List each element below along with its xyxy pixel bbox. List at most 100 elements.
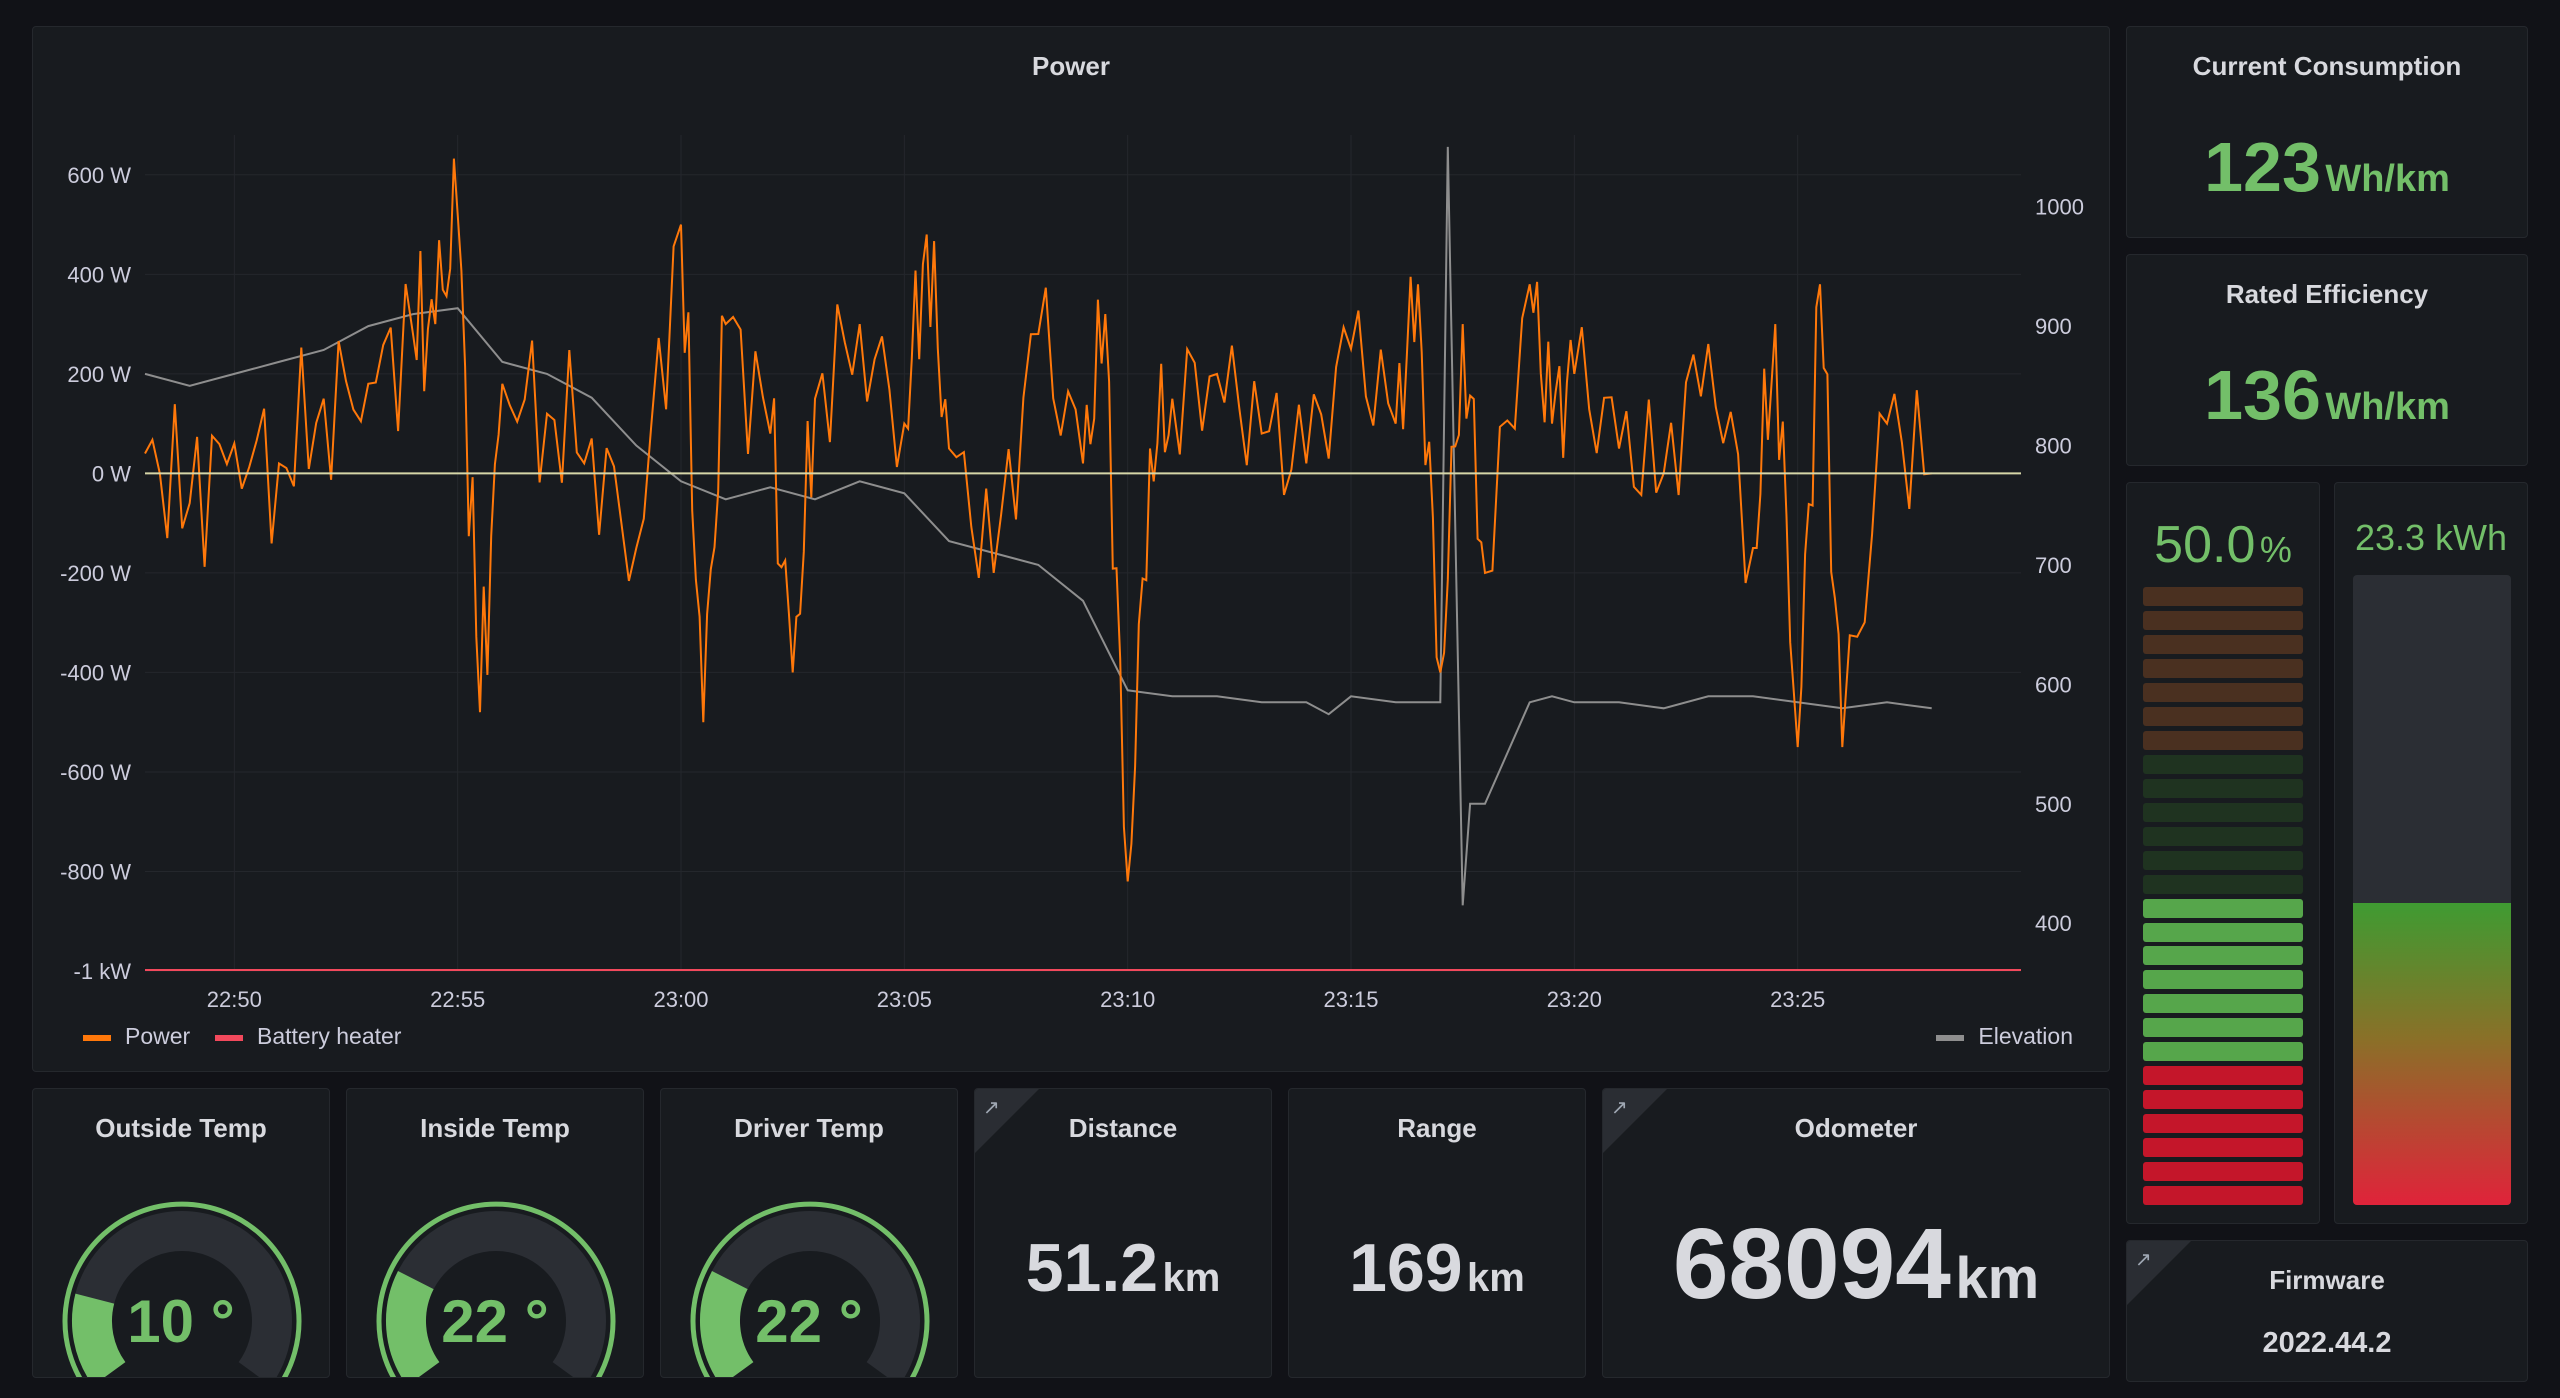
inside-temp-panel[interactable]: Inside Temp 22 ° <box>346 1088 644 1378</box>
power-panel[interactable]: Power 600 W 400 W 200 W 0 W -200 W -400 W -600… <box>32 26 2110 1072</box>
lcd-cell <box>2143 587 2303 606</box>
range-value: 169 <box>1349 1230 1463 1306</box>
lcd-cell <box>2143 946 2303 966</box>
lcd-cell <box>2143 1114 2303 1134</box>
y-axis-right-tick-label: 900 <box>2035 314 2072 339</box>
lcd-cell <box>2143 611 2303 630</box>
lcd-cell <box>2143 682 2303 702</box>
legend-label-power: Power <box>125 1023 191 1049</box>
x-axis-tick-label: 23:10 <box>1100 987 1155 1012</box>
battery-level-panel[interactable]: 50.0 % <box>2126 482 2320 1224</box>
x-axis-tick-label: 23:20 <box>1547 987 1602 1012</box>
y-axis-left-tick-label: -400 W <box>60 660 131 685</box>
legend-item-power[interactable]: Power <box>83 1023 190 1050</box>
power-series-line <box>144 158 1932 882</box>
legend-item-elevation[interactable]: Elevation <box>1936 1023 2073 1050</box>
distance-value: 51.2 <box>1025 1230 1159 1306</box>
y-axis-left-tick-label: -200 W <box>60 561 131 586</box>
x-axis-tick-label: 23:25 <box>1770 987 1825 1012</box>
lcd-cell <box>2143 1138 2303 1158</box>
lcd-cell <box>2143 850 2303 870</box>
distance-unit: km <box>1162 1256 1221 1300</box>
lcd-cell <box>2143 706 2303 726</box>
energy-bar-fill <box>2353 902 2511 1205</box>
rated-efficiency-value: 136 <box>2204 356 2321 434</box>
legend-label-elevation: Elevation <box>1978 1023 2073 1049</box>
current-consumption-panel[interactable]: Current Consumption 123 Wh/km <box>2126 26 2528 238</box>
energy-bar-track <box>2353 575 2511 1205</box>
outside-temp-panel[interactable]: Outside Temp 10 ° <box>32 1088 330 1378</box>
x-axis-tick-label: 23:15 <box>1323 987 1378 1012</box>
y-axis-right-tick-label: 800 <box>2035 434 2072 459</box>
rated-efficiency-unit: Wh/km <box>2325 386 2450 428</box>
lcd-cell <box>2143 1018 2303 1038</box>
battery-level-value: 50.0 <box>2154 516 2256 574</box>
y-axis-right-tick-label: 400 <box>2035 911 2072 936</box>
y-axis-right-tick-label: 700 <box>2035 553 2072 578</box>
lcd-cell <box>2143 994 2303 1014</box>
firmware-title: Firmware <box>2269 1265 2385 1295</box>
lcd-cell <box>2143 1162 2303 1182</box>
x-axis-tick-label: 23:00 <box>653 987 708 1012</box>
lcd-cell <box>2143 874 2303 894</box>
legend-label-battery-heater: Battery heater <box>257 1023 402 1049</box>
rated-efficiency-title: Rated Efficiency <box>2225 279 2429 309</box>
lcd-cell <box>2143 754 2303 774</box>
rated-efficiency-panel[interactable]: Rated Efficiency 136 Wh/km <box>2126 254 2528 466</box>
distance-title: Distance <box>1068 1113 1178 1143</box>
y-axis-right-tick-label: 1000 <box>2035 195 2084 220</box>
y-axis-left-tick-label: 400 W <box>67 262 131 287</box>
lcd-cell <box>2143 730 2303 750</box>
odometer-unit: km <box>1955 1246 2040 1311</box>
x-axis-tick-label: 22:55 <box>430 987 485 1012</box>
lcd-cell <box>2143 778 2303 798</box>
legend-color-power <box>83 1034 111 1041</box>
y-axis-left-tick-label: 200 W <box>67 362 131 387</box>
lcd-cell <box>2143 634 2303 654</box>
y-axis-right-tick-label: 600 <box>2035 672 2072 697</box>
lcd-cell <box>2143 1090 2303 1110</box>
power-chart[interactable]: 600 W 400 W 200 W 0 W -200 W -400 W -600 W -800… <box>33 27 2110 1072</box>
range-unit: km <box>1467 1256 1525 1300</box>
y-axis-left-tick-label: -600 W <box>60 760 131 785</box>
y-axis-right-tick-label: 500 <box>2035 792 2072 817</box>
lcd-cell <box>2143 1042 2303 1062</box>
energy-value: 23.3 kWh <box>2354 517 2508 558</box>
range-title: Range <box>1397 1113 1477 1143</box>
odometer-panel[interactable]: ↗ Odometer 68094 km <box>1602 1088 2110 1378</box>
energy-panel[interactable]: 23.3 kWh <box>2334 482 2528 1224</box>
range-panel[interactable]: Range 169 km <box>1288 1088 1586 1378</box>
y-axis-left-tick-label: 600 W <box>67 163 131 188</box>
lcd-cell <box>2143 802 2303 822</box>
firmware-panel[interactable]: ↗ Firmware 2022.44.2 <box>2126 1240 2528 1382</box>
driver-temp-value: 22 ° <box>755 1288 863 1355</box>
lcd-cell <box>2143 898 2303 918</box>
x-axis-tick-label: 22:50 <box>207 987 262 1012</box>
battery-level-lcd-gauge <box>2143 587 2303 1205</box>
current-consumption-value: 123 <box>2204 128 2321 206</box>
odometer-value: 68094 <box>1672 1208 1951 1320</box>
lcd-cell <box>2143 1066 2303 1086</box>
firmware-value: 2022.44.2 <box>2262 1327 2392 1359</box>
lcd-cell <box>2143 970 2303 990</box>
driver-temp-panel[interactable]: Driver Temp 22 ° <box>660 1088 958 1378</box>
legend-color-battery-heater <box>215 1034 243 1041</box>
x-axis-tick-label: 23:05 <box>877 987 932 1012</box>
odometer-title: Odometer <box>1794 1113 1918 1143</box>
current-consumption-unit: Wh/km <box>2325 158 2450 200</box>
lcd-cell <box>2143 1186 2303 1205</box>
y-axis-left-tick-label: -800 W <box>60 859 131 884</box>
current-consumption-title: Current Consumption <box>2192 51 2462 81</box>
lcd-cell <box>2143 826 2303 846</box>
legend-item-battery-heater[interactable]: Battery heater <box>215 1023 401 1050</box>
y-axis-left-tick-label: -1 kW <box>74 959 132 984</box>
lcd-cell <box>2143 922 2303 942</box>
legend-color-elevation <box>1936 1034 1965 1041</box>
distance-panel[interactable]: ↗ Distance 51.2 km <box>974 1088 1272 1378</box>
battery-level-unit: % <box>2259 529 2292 570</box>
y-axis-left-tick-label: 0 W <box>92 461 131 486</box>
outside-temp-value: 10 ° <box>127 1288 235 1355</box>
lcd-cell <box>2143 658 2303 678</box>
elevation-series-line <box>144 146 1932 906</box>
inside-temp-value: 22 ° <box>441 1288 549 1355</box>
